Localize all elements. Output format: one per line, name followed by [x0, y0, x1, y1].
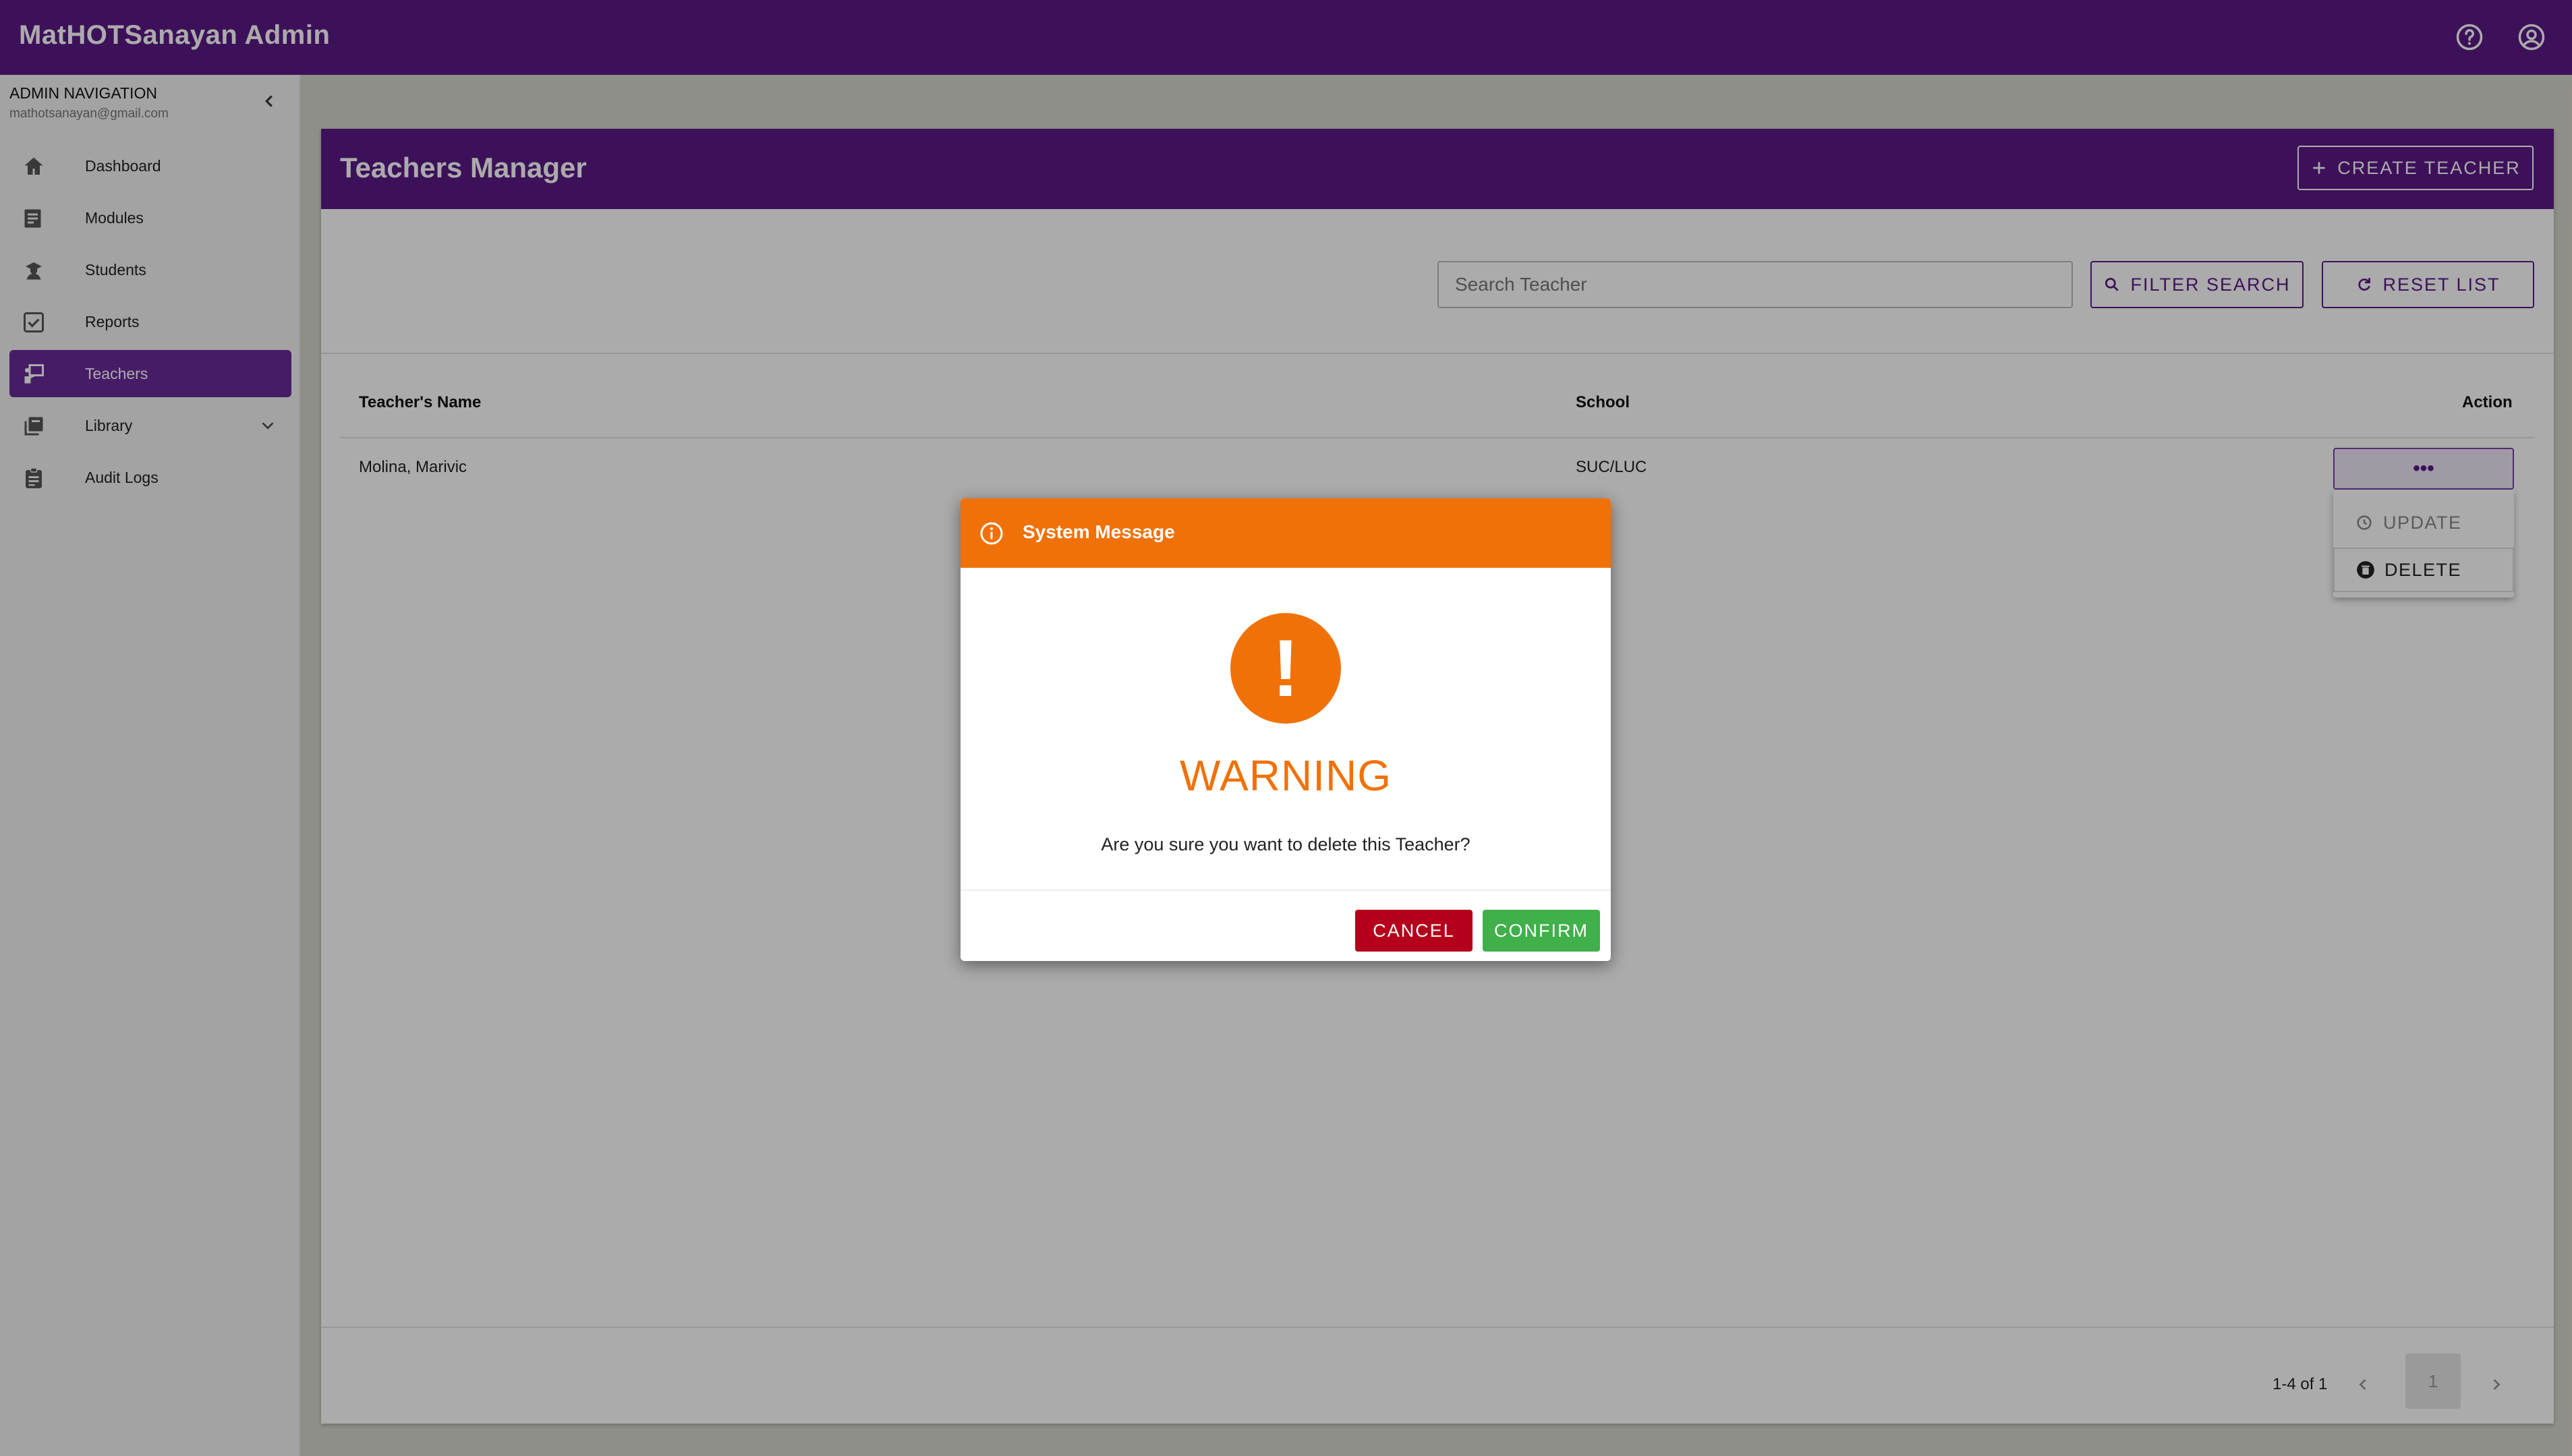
dialog-divider [961, 890, 1611, 891]
page: MatHOTSanayan Admin ADMIN NAVIGATION mat… [0, 0, 2572, 1456]
warning-message: Are you sure you want to delete this Tea… [1101, 834, 1470, 854]
info-icon [980, 522, 1003, 545]
cancel-button[interactable]: CANCEL [1355, 910, 1473, 952]
confirm-button[interactable]: CONFIRM [1483, 910, 1600, 952]
system-message-dialog: System Message ! WARNING Are you sure yo… [961, 498, 1611, 961]
dialog-title: System Message [1023, 521, 1175, 542]
warning-icon: ! [1230, 613, 1341, 724]
warning-heading: WARNING [1180, 751, 1392, 800]
dialog-header: System Message [961, 498, 1611, 568]
